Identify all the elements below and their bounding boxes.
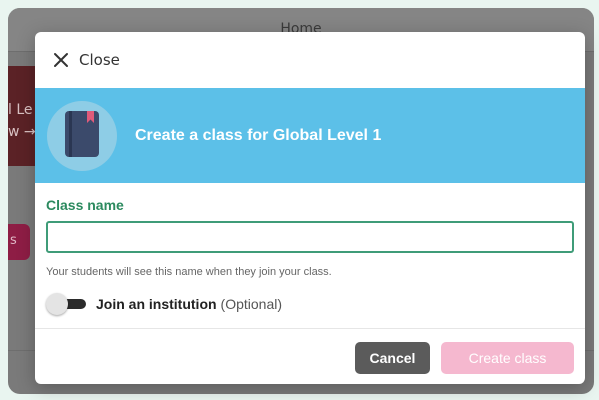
dialog-footer: Cancel Create class	[35, 328, 585, 384]
create-class-dialog: Close Create a class for Global Level 1 …	[35, 32, 585, 384]
institution-toggle-row: Join an institution (Optional)	[46, 292, 574, 316]
institution-toggle[interactable]	[46, 292, 86, 316]
close-icon[interactable]	[53, 52, 69, 68]
toggle-knob[interactable]	[46, 293, 68, 315]
book-icon	[62, 109, 102, 163]
class-name-input[interactable]	[46, 221, 574, 253]
background-pink-button: s	[8, 224, 30, 260]
create-class-button[interactable]: Create class	[441, 342, 574, 374]
cancel-button[interactable]: Cancel	[355, 342, 430, 374]
dialog-banner: Create a class for Global Level 1	[35, 88, 585, 183]
screen: Home l Le w → s Close Create a class for…	[0, 0, 599, 400]
background-card-link: w →	[8, 124, 36, 140]
class-name-label: Class name	[46, 197, 124, 213]
dialog-title: Create a class for Global Level 1	[135, 126, 382, 144]
background-pink-button-text: s	[10, 233, 17, 248]
background-card-text: l Le	[8, 102, 33, 118]
close-label[interactable]: Close	[79, 51, 120, 69]
institution-label: Join an institution	[96, 296, 217, 312]
book-badge	[47, 100, 117, 171]
close-button[interactable]: Close	[35, 32, 585, 88]
class-name-helper-text: Your students will see this name when th…	[46, 266, 332, 278]
institution-optional-label: (Optional)	[220, 296, 283, 312]
class-form: Class name Your students will see this n…	[35, 183, 585, 316]
